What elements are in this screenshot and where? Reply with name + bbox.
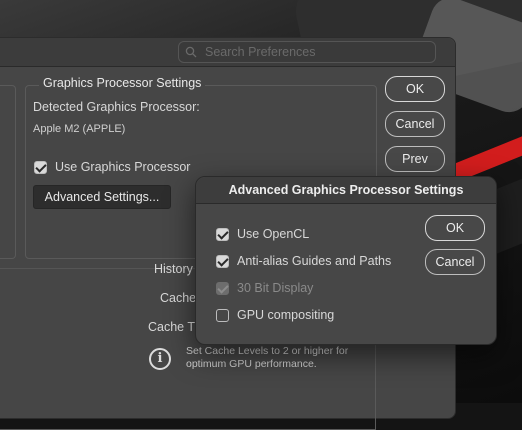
group-title: Graphics Processor Settings	[39, 76, 206, 90]
30-bit-display-checkbox	[216, 282, 229, 295]
use-gpu-checkbox[interactable]	[34, 161, 47, 174]
ok-button[interactable]: OK	[385, 76, 445, 102]
anti-alias-checkbox[interactable]	[216, 255, 229, 268]
prev-button[interactable]: Prev	[385, 146, 445, 172]
30-bit-display-label: 30 Bit Display	[237, 281, 314, 295]
advanced-settings-button[interactable]: Advanced Settings...	[33, 185, 171, 209]
use-opencl-label[interactable]: Use OpenCL	[237, 227, 309, 241]
search-icon	[185, 46, 197, 58]
detected-gpu-label: Detected Graphics Processor:	[33, 100, 200, 114]
history-states-label: History	[154, 262, 193, 276]
cancel-button[interactable]: Cancel	[385, 111, 445, 137]
gpu-compositing-checkbox[interactable]	[216, 309, 229, 322]
cache-levels-label: Cache	[160, 291, 197, 305]
dialog-cancel-button[interactable]: Cancel	[425, 249, 485, 275]
detected-gpu-value: Apple M2 (APPLE)	[33, 123, 126, 135]
use-opencl-checkbox[interactable]	[216, 228, 229, 241]
info-icon: i	[149, 348, 171, 370]
left-panel	[0, 85, 16, 259]
dialog-ok-button[interactable]: OK	[425, 215, 485, 241]
cache-tile-size-label: Cache Ti	[148, 320, 198, 334]
use-gpu-label[interactable]: Use Graphics Processor	[55, 160, 190, 174]
gpu-compositing-label[interactable]: GPU compositing	[237, 308, 334, 322]
preferences-titlebar	[0, 38, 455, 67]
search-input[interactable]	[203, 44, 435, 60]
search-field[interactable]	[178, 41, 436, 63]
anti-alias-label[interactable]: Anti-alias Guides and Paths	[237, 254, 391, 268]
cache-info-text: Set Cache Levels to 2 or higher for opti…	[186, 345, 349, 370]
dialog-title: Advanced Graphics Processor Settings	[196, 177, 496, 204]
advanced-gpu-settings-dialog: Advanced Graphics Processor Settings Use…	[195, 176, 497, 345]
